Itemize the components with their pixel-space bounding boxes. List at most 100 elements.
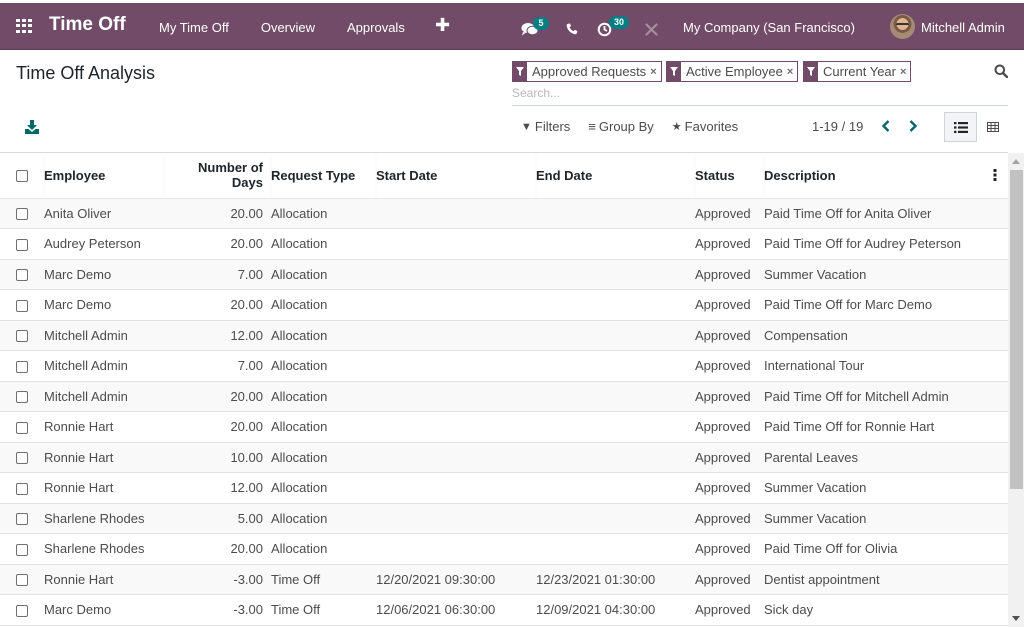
cell-request-type: Allocation bbox=[271, 327, 328, 343]
vertical-scrollbar[interactable] bbox=[1008, 153, 1024, 627]
cell-employee: Marc Demo bbox=[44, 297, 112, 313]
cell-end-date bbox=[536, 412, 695, 443]
row-checkbox[interactable] bbox=[16, 574, 28, 587]
select-all-checkbox[interactable] bbox=[16, 170, 28, 183]
cell-number-of-days: 20.00 bbox=[230, 388, 263, 404]
row-checkbox[interactable] bbox=[16, 482, 28, 495]
cell-status: Approved bbox=[695, 388, 751, 404]
scroll-thumb[interactable] bbox=[1010, 170, 1023, 489]
menu-item-approvals[interactable]: Approvals bbox=[347, 20, 405, 35]
row-select-cell bbox=[0, 320, 44, 351]
cell-employee: Marc Demo bbox=[44, 602, 112, 618]
table-row[interactable]: Anita Oliver 20.00 Allocation Approved Paid … bbox=[0, 198, 1008, 229]
menu-item-overview[interactable]: Overview bbox=[261, 20, 315, 35]
plus-icon[interactable]: ✚ bbox=[435, 15, 450, 36]
cell-request-type: Allocation bbox=[271, 419, 328, 435]
table-row[interactable]: Ronnie Hart 10.00 Allocation Approved Parent… bbox=[0, 442, 1008, 473]
menu-item-my-time-off[interactable]: My Time Off bbox=[159, 20, 229, 35]
debug-tools-button[interactable] bbox=[645, 23, 658, 36]
cell-end-date bbox=[536, 229, 695, 260]
cell-end-date bbox=[536, 259, 695, 290]
column-number-of-days[interactable]: Number of Days bbox=[164, 153, 271, 199]
table-row[interactable]: Ronnie Hart 20.00 Allocation Approved Paid T… bbox=[0, 412, 1008, 443]
user-avatar[interactable] bbox=[890, 14, 915, 39]
cell-status: Approved bbox=[695, 571, 751, 587]
activities-button[interactable]: 30 bbox=[597, 16, 629, 37]
cell-number-of-days: 20.00 bbox=[230, 541, 263, 557]
cell-start-date bbox=[376, 412, 536, 443]
pager-previous-button[interactable] bbox=[879, 118, 893, 134]
column-status[interactable]: Status bbox=[695, 153, 764, 199]
table-row[interactable]: Marc Demo -3.00 Time Off 12/06/2021 06:30:0… bbox=[0, 595, 1008, 625]
group-by-dropdown[interactable]: ≡ Group By bbox=[588, 119, 654, 134]
pager-value[interactable]: 1-19 / 19 bbox=[812, 119, 863, 134]
facet-remove-icon[interactable]: × bbox=[650, 66, 660, 78]
cell-start-date bbox=[376, 290, 536, 321]
pager-next-button[interactable] bbox=[906, 118, 920, 134]
cell-end-date bbox=[536, 351, 695, 382]
cell-status: Approved bbox=[695, 602, 751, 618]
table-row[interactable]: Marc Demo 7.00 Allocation Approved Summer Va… bbox=[0, 259, 1008, 290]
row-checkbox[interactable] bbox=[16, 269, 28, 282]
search-button[interactable] bbox=[994, 64, 1009, 79]
row-checkbox[interactable] bbox=[16, 330, 28, 343]
column-description[interactable]: Description bbox=[764, 153, 1008, 199]
filters-dropdown[interactable]: ▼ Filters bbox=[521, 119, 570, 134]
table-row[interactable]: Ronnie Hart -3.00 Time Off 12/20/2021 09:30… bbox=[0, 564, 1008, 595]
table-row[interactable]: Mitchell Admin 7.00 Allocation Approved Inte… bbox=[0, 351, 1008, 382]
filter-icon: ▼ bbox=[521, 120, 532, 133]
row-checkbox[interactable] bbox=[16, 299, 28, 312]
column-request-type[interactable]: Request Type bbox=[271, 153, 376, 199]
row-checkbox[interactable] bbox=[16, 421, 28, 434]
cell-request-type: Allocation bbox=[271, 236, 328, 252]
time-off-table: Employee Number of Days Request Type Sta… bbox=[0, 153, 1008, 626]
optional-columns-button[interactable] bbox=[993, 169, 997, 181]
list-view: Employee Number of Days Request Type Sta… bbox=[0, 152, 1008, 627]
cell-employee: Marc Demo bbox=[44, 266, 112, 282]
column-start-date[interactable]: Start Date bbox=[376, 153, 536, 199]
table-row[interactable]: Sharlene Rhodes 5.00 Allocation Approved Sum… bbox=[0, 503, 1008, 534]
cell-request-type: Allocation bbox=[271, 358, 328, 374]
app-name[interactable]: Time Off bbox=[49, 14, 126, 36]
cell-description: Dentist appointment bbox=[764, 571, 880, 587]
table-row[interactable]: Mitchell Admin 12.00 Allocation Approved Com… bbox=[0, 320, 1008, 351]
table-row[interactable]: Marc Demo 20.00 Allocation Approved Paid Tim… bbox=[0, 290, 1008, 321]
phone-button[interactable] bbox=[566, 23, 578, 35]
cell-status: Approved bbox=[695, 510, 751, 526]
cell-employee: Sharlene Rhodes bbox=[44, 541, 145, 557]
row-checkbox[interactable] bbox=[16, 543, 28, 556]
scroll-down-arrow[interactable] bbox=[1012, 616, 1020, 621]
messages-button[interactable]: 5 bbox=[521, 17, 549, 36]
list-view-button[interactable] bbox=[944, 112, 977, 142]
row-select-cell bbox=[0, 534, 44, 565]
scroll-up-arrow[interactable] bbox=[1012, 159, 1020, 164]
cell-employee: Audrey Peterson bbox=[44, 236, 141, 252]
favorites-dropdown[interactable]: ★ Favorites bbox=[672, 119, 738, 134]
table-row[interactable]: Sharlene Rhodes 20.00 Allocation Approved Pa… bbox=[0, 534, 1008, 565]
row-select-cell bbox=[0, 503, 44, 534]
table-row[interactable]: Audrey Peterson 20.00 Allocation Approved Pa… bbox=[0, 229, 1008, 260]
facet-remove-icon[interactable]: × bbox=[787, 66, 797, 78]
row-checkbox[interactable] bbox=[16, 238, 28, 251]
cell-description: Sick day bbox=[764, 602, 814, 618]
table-row[interactable]: Mitchell Admin 20.00 Allocation Approved Pai… bbox=[0, 381, 1008, 412]
column-employee[interactable]: Employee bbox=[44, 153, 164, 199]
facet-remove-icon[interactable]: × bbox=[900, 66, 910, 78]
row-checkbox[interactable] bbox=[16, 391, 28, 404]
company-switcher[interactable]: My Company (San Francisco) bbox=[683, 20, 855, 35]
table-row[interactable]: Ronnie Hart 12.00 Allocation Approved Summer… bbox=[0, 473, 1008, 503]
download-xlsx-button[interactable] bbox=[24, 119, 40, 135]
search-input[interactable] bbox=[512, 85, 982, 101]
cell-status: Approved bbox=[695, 419, 751, 435]
row-checkbox[interactable] bbox=[16, 513, 28, 526]
apps-menu-icon[interactable] bbox=[16, 19, 32, 33]
row-checkbox[interactable] bbox=[16, 452, 28, 465]
column-end-date[interactable]: End Date bbox=[536, 153, 695, 199]
cell-description: Paid Time Off for Audrey Peterson bbox=[764, 236, 962, 252]
row-checkbox[interactable] bbox=[16, 604, 28, 617]
user-menu[interactable]: Mitchell Admin bbox=[921, 20, 1005, 35]
row-checkbox[interactable] bbox=[16, 360, 28, 373]
pivot-view-button[interactable] bbox=[980, 112, 1006, 142]
row-checkbox[interactable] bbox=[16, 208, 28, 221]
cell-end-date bbox=[536, 198, 695, 229]
